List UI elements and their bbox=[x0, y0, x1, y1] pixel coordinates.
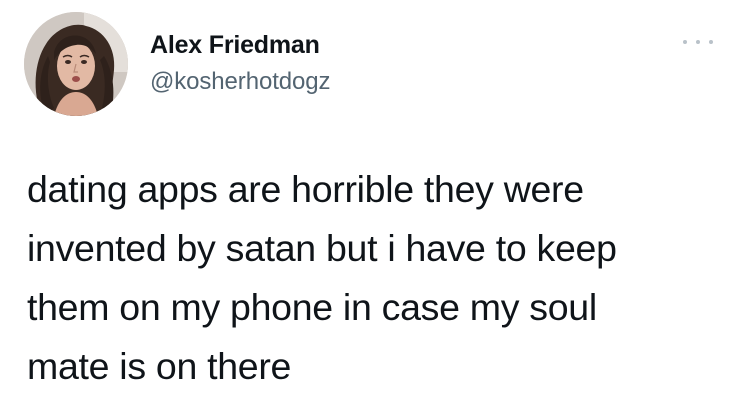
profile-photo-icon bbox=[24, 12, 128, 116]
more-horizontal-icon bbox=[709, 40, 713, 44]
display-name[interactable]: Alex Friedman bbox=[150, 30, 330, 60]
tweet-card: Alex Friedman @kosherhotdogz dating apps… bbox=[0, 0, 740, 413]
avatar[interactable] bbox=[24, 12, 128, 116]
user-info: Alex Friedman @kosherhotdogz bbox=[150, 30, 331, 97]
tweet-text-line: mate is on there bbox=[27, 345, 292, 387]
more-horizontal-icon bbox=[696, 40, 700, 44]
tweet-text-line: dating apps are horrible they were bbox=[27, 168, 584, 210]
more-horizontal-icon bbox=[683, 40, 687, 44]
tweet-text-line: invented by satan but i have to keep bbox=[27, 227, 617, 269]
tweet-text-line: them on my phone in case my soul bbox=[27, 286, 597, 328]
tweet-text: dating apps are horrible they were inven… bbox=[27, 160, 727, 396]
more-options-button[interactable] bbox=[683, 34, 713, 50]
user-handle[interactable]: @kosherhotdogz bbox=[150, 67, 331, 97]
